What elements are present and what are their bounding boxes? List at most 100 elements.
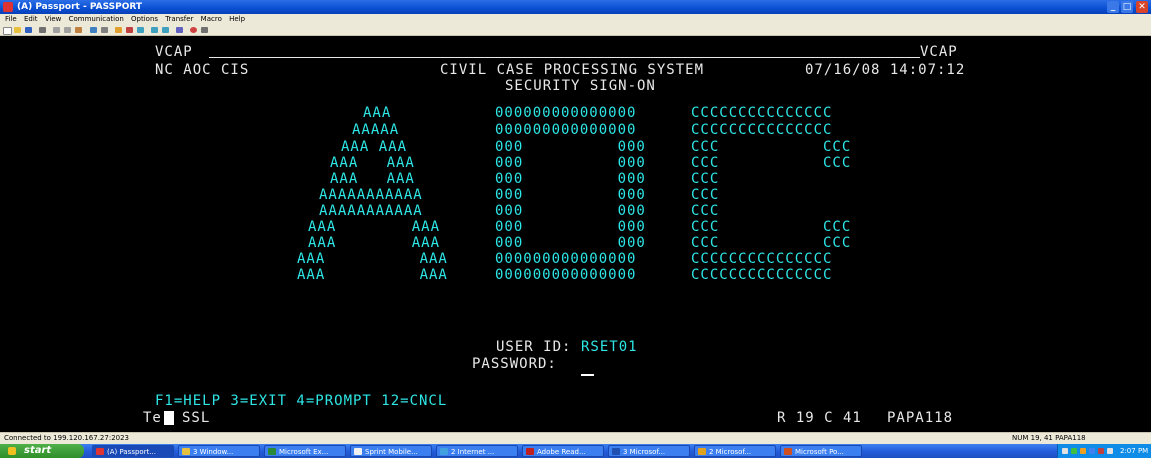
open-folder-icon[interactable]	[14, 27, 21, 33]
disconnect-icon[interactable]	[101, 27, 108, 33]
menu-options[interactable]: Options	[131, 14, 158, 25]
windows-logo-icon	[8, 447, 16, 455]
clock[interactable]: 2:07 PM	[1120, 444, 1148, 458]
print-icon[interactable]	[39, 27, 46, 33]
banner-c-line: CCC	[691, 171, 720, 187]
banner-o-line: 000 000	[495, 155, 646, 171]
banner-o-line: 000 000	[495, 203, 646, 219]
volume-icon[interactable]	[1107, 448, 1113, 454]
taskbar: start (A) Passport... 3 Window... Micros…	[0, 444, 1151, 458]
copy-icon[interactable]	[64, 27, 71, 33]
menu-transfer[interactable]: Transfer	[165, 14, 193, 25]
passport-icon	[96, 448, 104, 455]
ssl-indicator: SSL	[182, 410, 211, 426]
transfer-icon[interactable]	[162, 27, 169, 33]
play-icon[interactable]	[201, 27, 208, 33]
title-bar: (A) Passport - PASSPORT _ □ ✕	[0, 0, 1151, 14]
security-icon[interactable]	[1071, 448, 1077, 454]
banner-o-line: 000 000	[495, 171, 646, 187]
banner-c-line: CCCCCCCCCCCCCCC	[691, 122, 833, 138]
taskbar-item[interactable]: 2 Internet ...	[436, 445, 518, 457]
word-icon	[612, 448, 620, 455]
taskbar-item-label: Adobe Read...	[537, 448, 586, 456]
taskbar-item-label: (A) Passport...	[107, 448, 156, 456]
paste-icon[interactable]	[75, 27, 82, 33]
keyboard-map-icon[interactable]	[176, 27, 183, 33]
banner-o-line: 000 000	[495, 139, 646, 155]
banner-c-line: CCC CCC	[691, 155, 852, 171]
excel-icon	[268, 448, 276, 455]
user-id-field[interactable]: RSET01	[581, 340, 638, 355]
bluetooth-icon[interactable]	[1089, 448, 1095, 454]
menu-edit[interactable]: Edit	[24, 14, 38, 25]
banner-o-line: 000 000	[495, 187, 646, 203]
connection-status: Connected to 199.120.167.27:2023	[4, 434, 130, 442]
taskbar-item[interactable]: Sprint Mobile...	[350, 445, 432, 457]
taskbar-item[interactable]: Microsoft Po...	[780, 445, 862, 457]
text-cursor	[581, 374, 594, 376]
vcap-label-right: VCAP	[920, 44, 958, 60]
header-divider	[209, 57, 920, 58]
save-icon[interactable]	[25, 27, 32, 33]
banner-a-line: AAA AAA	[308, 219, 441, 235]
banner-c-line: CCC CCC	[691, 219, 852, 235]
taskbar-item-label: 3 Microsof...	[623, 448, 666, 456]
function-key-legend: F1=HELP 3=EXIT 4=PROMPT 12=CNCL	[155, 393, 448, 409]
system-tray: 2:07 PM	[1057, 444, 1151, 458]
banner-a-line: AAA AAA	[297, 251, 448, 267]
banner-a-line: AAAAAAAAAAA	[319, 187, 423, 203]
connect-icon[interactable]	[90, 27, 97, 33]
close-button[interactable]: ✕	[1136, 1, 1148, 13]
antivirus-icon[interactable]	[1098, 448, 1104, 454]
minimize-button[interactable]: _	[1107, 1, 1119, 13]
banner-c-line: CCC	[691, 203, 720, 219]
menu-file[interactable]: File	[5, 14, 17, 25]
banner-a-line: AAA	[363, 105, 392, 121]
cut-icon[interactable]	[53, 27, 60, 33]
banner-o-line: 000000000000000	[495, 251, 637, 267]
taskbar-item[interactable]: Adobe Read...	[522, 445, 604, 457]
network-icon[interactable]	[1062, 448, 1068, 454]
internet-explorer-icon	[440, 448, 448, 455]
system-title: CIVIL CASE PROCESSING SYSTEM	[440, 62, 705, 78]
datetime: 07/16/08 14:07:12	[805, 62, 966, 78]
agency-label: NC AOC CIS	[155, 62, 250, 78]
banner-a-line: AAA AAA	[341, 139, 408, 155]
banner-c-line: CCCCCCCCCCCCCCC	[691, 267, 833, 283]
terminal-screen[interactable]: VCAP VCAP NC AOC CIS CIVIL CASE PROCESSI…	[0, 36, 1151, 432]
send-file-icon[interactable]	[137, 27, 144, 33]
taskbar-item[interactable]: 3 Microsof...	[608, 445, 690, 457]
banner-o-line: 000000000000000	[495, 122, 637, 138]
new-icon[interactable]	[3, 27, 12, 35]
taskbar-item[interactable]: (A) Passport...	[92, 445, 174, 457]
window-title: (A) Passport - PASSPORT	[17, 2, 143, 12]
menu-bar: File Edit View Communication Options Tra…	[0, 14, 1151, 25]
record-icon[interactable]	[190, 27, 197, 33]
taskbar-item-label: Sprint Mobile...	[365, 448, 418, 456]
menu-help[interactable]: Help	[229, 14, 245, 25]
keyboard-lock-block	[164, 411, 174, 425]
messenger-icon[interactable]	[1080, 448, 1086, 454]
maximize-button[interactable]: □	[1121, 1, 1133, 13]
start-button[interactable]: start	[0, 444, 84, 458]
font-icon[interactable]	[126, 27, 133, 33]
banner-a-line: AAA AAA	[297, 267, 448, 283]
banner-o-line: 000000000000000	[495, 105, 637, 121]
banner-o-line: 000 000	[495, 235, 646, 251]
menu-view[interactable]: View	[45, 14, 62, 25]
sprint-icon	[354, 448, 362, 455]
taskbar-item[interactable]: Microsoft Ex...	[264, 445, 346, 457]
macro-record-icon[interactable]	[115, 27, 122, 33]
receive-file-icon[interactable]	[151, 27, 158, 33]
terminal-app-icon	[3, 2, 13, 12]
folder-icon	[182, 448, 190, 455]
taskbar-item[interactable]: 2 Microsof...	[694, 445, 776, 457]
taskbar-item-label: Microsoft Po...	[795, 448, 844, 456]
taskbar-item[interactable]: 3 Window...	[178, 445, 260, 457]
powerpoint-icon	[784, 448, 792, 455]
menu-communication[interactable]: Communication	[69, 14, 124, 25]
toolbar	[0, 25, 1151, 36]
menu-macro[interactable]: Macro	[201, 14, 222, 25]
banner-c-line: CCC CCC	[691, 139, 852, 155]
banner-c-line: CCCCCCCCCCCCCCC	[691, 251, 833, 267]
